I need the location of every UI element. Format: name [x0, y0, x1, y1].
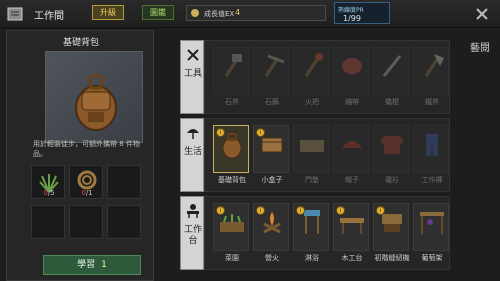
item-preview	[45, 51, 143, 143]
cap-icon	[342, 141, 362, 148]
recipe-slot[interactable]: 門墊	[293, 125, 329, 184]
recipe-label: 淋浴	[305, 254, 319, 262]
tab-tools[interactable]: 工具	[180, 40, 204, 114]
crowbar-icon	[382, 55, 402, 77]
torch-icon	[304, 53, 323, 77]
material-slot: 0/5	[31, 165, 65, 199]
recipe-slot[interactable]: 襯衫	[373, 125, 409, 184]
recipe-slot[interactable]: i 營火	[253, 203, 289, 262]
grape-trellis-icon	[420, 212, 444, 234]
workbench-icon	[187, 204, 199, 218]
learn-button[interactable]: 學習 1	[43, 255, 141, 275]
top-bar: 工作間 升級 圖鑑 成長值EX 4 熟練度PR 1/99	[0, 0, 500, 28]
recipe-slot[interactable]: 帽子	[333, 125, 369, 184]
tab-living[interactable]: 生活	[180, 118, 204, 192]
proficiency-counter: 熟練度PR 1/99	[334, 2, 390, 24]
recipe-label: 營火	[265, 254, 279, 262]
tools-icon	[187, 49, 199, 61]
recipe-slot[interactable]: 繃帶	[333, 47, 369, 106]
pr-label: 熟練度PR	[338, 7, 364, 14]
recipe-label: 火把	[305, 98, 319, 106]
item-detail-panel: 基礎背包 用於輕裝徒步，可額外攜帶 8 件物品。 0/5 0/1 學習 1	[6, 30, 154, 281]
available-badge-icon: i	[216, 206, 225, 215]
recipe-label: 撬棍	[385, 98, 399, 106]
recipe-slot[interactable]: 工作褲	[413, 125, 449, 184]
material-slot-empty	[107, 165, 141, 199]
available-badge-icon: i	[256, 128, 265, 137]
recipe-label: 石鎬	[265, 98, 279, 106]
recipe-label: 基礎背包	[218, 176, 246, 184]
side-menu-label[interactable]: 藝閱	[470, 42, 490, 56]
recipe-slot[interactable]: i 小盒子	[253, 125, 289, 184]
category-strip-tools: 石斧 石鎬 火把 繃帶 撬棍 鐵斧	[204, 40, 450, 114]
recipe-label: 繃帶	[345, 98, 359, 106]
recipe-slot[interactable]: 撬棍	[373, 47, 409, 106]
recipe-label: 石斧	[225, 98, 239, 106]
material-slot-empty	[31, 205, 65, 239]
recipe-label: 襯衫	[385, 176, 399, 184]
recipe-label: 門墊	[305, 176, 319, 184]
iron-axe-icon	[424, 54, 444, 77]
category-strip-workbench: i 菜園 i 營火 i 淋浴 i 木工台 i 初階縫紉機 葡萄架	[204, 196, 450, 270]
page-title: 工作間	[34, 11, 64, 22]
upgrade-tab[interactable]: 升級	[92, 5, 124, 20]
available-badge-icon: i	[376, 206, 385, 215]
umbrella-icon	[187, 129, 199, 139]
recipe-slot-selected[interactable]: i 基礎背包	[213, 125, 249, 184]
shirt-icon	[380, 136, 404, 154]
recipe-label: 小盒子	[261, 176, 283, 184]
recipe-slot[interactable]: 石鎬	[253, 47, 289, 106]
doormat-icon	[300, 140, 324, 152]
recipe-slot[interactable]: 葡萄架	[413, 203, 449, 262]
recipe-label: 葡萄架	[421, 254, 443, 262]
material-slot: 0/1	[69, 165, 103, 199]
close-icon[interactable]	[472, 4, 492, 24]
available-badge-icon: i	[256, 206, 265, 215]
recipe-slot[interactable]: i 菜園	[213, 203, 249, 262]
learn-label: 學習	[77, 260, 96, 270]
recipe-slot[interactable]: 鐵斧	[413, 47, 449, 106]
item-description: 用於輕裝徒步，可額外攜帶 8 件物品。	[33, 140, 140, 158]
material-slot-empty	[107, 205, 141, 239]
category-strip-living: i 基礎背包 i 小盒子 門墊 帽子 襯衫 工作褲	[204, 118, 450, 192]
recipe-label: 帽子	[345, 176, 359, 184]
tab-label: 生活	[183, 147, 202, 157]
recipe-label: 初階縫紉機	[374, 254, 410, 262]
bandage-icon	[342, 58, 362, 74]
item-name: 基礎背包	[62, 38, 99, 48]
stone-axe-icon	[224, 54, 242, 77]
stone-pickaxe-icon	[264, 54, 285, 77]
tab-label: 工作台	[183, 225, 202, 246]
material-slot-empty	[69, 205, 103, 239]
available-badge-icon: i	[296, 206, 305, 215]
pr-value: 1/99	[343, 14, 361, 23]
recipe-slot[interactable]: i 淋浴	[293, 203, 329, 262]
available-badge-icon: i	[336, 206, 345, 215]
blueprint-tab[interactable]: 圖鑑	[142, 5, 174, 20]
scroll-menu-icon[interactable]	[6, 5, 24, 23]
exp-value: 4	[235, 8, 241, 17]
pants-icon	[426, 134, 438, 156]
recipe-slot[interactable]: 石斧	[213, 47, 249, 106]
available-badge-icon: i	[216, 128, 225, 137]
exp-label: 成長值EX	[204, 10, 235, 18]
exp-counter: 成長值EX 4	[186, 5, 326, 21]
recipe-label: 木工台	[341, 254, 363, 262]
recipe-slot[interactable]: i 初階縫紉機	[373, 203, 410, 262]
material-need: 5	[50, 189, 55, 197]
recipe-slot[interactable]: i 木工台	[333, 203, 369, 262]
exp-icon	[191, 9, 199, 17]
backpack-icon	[75, 74, 117, 131]
learn-cost: 1	[101, 260, 107, 270]
recipe-slot[interactable]: 火把	[293, 47, 329, 106]
tab-workbench[interactable]: 工作台	[180, 196, 204, 270]
recipe-label: 菜園	[225, 254, 239, 262]
recipe-label: 工作褲	[421, 176, 443, 184]
tab-label: 工具	[183, 69, 202, 79]
material-need: 1	[88, 189, 93, 197]
recipe-label: 鐵斧	[425, 98, 439, 106]
